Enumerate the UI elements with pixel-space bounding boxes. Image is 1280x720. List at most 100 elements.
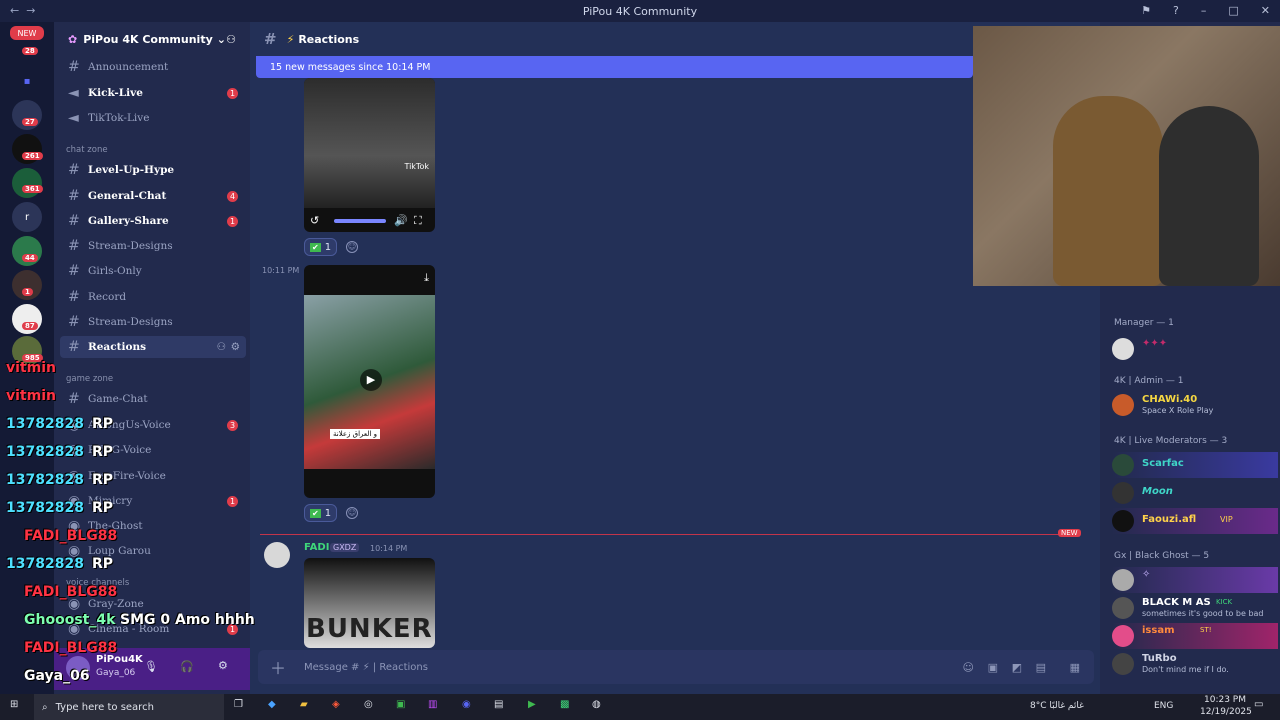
- member-name: Moon: [1142, 486, 1173, 497]
- app-icon[interactable]: ▩: [560, 699, 569, 710]
- settings-icon[interactable]: ⚙: [218, 659, 228, 672]
- reaction-check[interactable]: ✔ 1: [304, 238, 338, 256]
- message-input[interactable]: Message # ⚡ | Reactions: [304, 662, 428, 673]
- sticker-icon[interactable]: ◩: [1012, 661, 1022, 674]
- channel-girls-only[interactable]: # Girls-Only: [54, 260, 250, 282]
- member-item[interactable]: issam ST!: [1112, 623, 1278, 649]
- maximize-button[interactable]: □: [1228, 4, 1238, 17]
- overlay-user: vitmin: [6, 388, 56, 404]
- channel-game-chat[interactable]: # Game-Chat: [54, 388, 250, 410]
- channel-record[interactable]: # Record: [54, 286, 250, 308]
- obs-icon[interactable]: ◍: [592, 699, 601, 710]
- folder-icon[interactable]: ▪: [12, 66, 42, 96]
- add-reaction-icon[interactable]: ☺: [346, 241, 358, 253]
- language-indicator[interactable]: ENG: [1154, 701, 1173, 711]
- server-icon: ✿: [68, 32, 78, 46]
- channel-gallery-share[interactable]: # Gallery-Share 1: [54, 210, 250, 232]
- replay-icon[interactable]: ↺: [310, 214, 319, 227]
- minimize-button[interactable]: –: [1201, 4, 1207, 17]
- video-attachment[interactable]: TikTok ↺ 🔊 ⛶: [304, 78, 435, 232]
- invite-icon[interactable]: ⚇: [217, 341, 226, 353]
- progress-bar[interactable]: [334, 219, 386, 223]
- add-attachment-icon[interactable]: ＋: [270, 655, 286, 679]
- start-icon[interactable]: ⊞: [10, 699, 18, 710]
- app-icon[interactable]: ◆: [268, 699, 276, 710]
- avatar[interactable]: [264, 542, 290, 568]
- member-item[interactable]: ✧: [1112, 567, 1278, 593]
- app-icon[interactable]: ▥: [428, 699, 437, 710]
- overlay-user: Gaya_06: [24, 668, 90, 684]
- app-icon[interactable]: ▣: [396, 699, 405, 710]
- reaction-check[interactable]: ✔ 1: [304, 504, 338, 522]
- guild-icon[interactable]: [12, 168, 42, 198]
- channel-stream-designs[interactable]: # Stream-Designs: [54, 235, 250, 257]
- video-attachment[interactable]: BUNKER: [304, 558, 435, 648]
- member-name: TuRbo: [1142, 653, 1177, 664]
- tiktok-watermark: TikTok: [404, 162, 429, 171]
- clock-time[interactable]: 10:23 PM: [1204, 695, 1246, 705]
- new-messages-bar[interactable]: 15 new messages since 10:14 PM: [256, 56, 973, 78]
- inbox-icon[interactable]: ⚑: [1141, 4, 1151, 17]
- check-icon: ✔: [310, 242, 321, 252]
- webcam-overlay: [973, 26, 1280, 286]
- kick-icon[interactable]: ▶: [528, 699, 536, 710]
- weather-text[interactable]: 8°C غائم غالبًا: [1030, 701, 1084, 711]
- member-item[interactable]: CHAWi.40 Space X Role Play: [1112, 392, 1278, 418]
- member-name: CHAWi.40: [1142, 394, 1198, 405]
- channel-general-chat[interactable]: # General-Chat 4: [54, 185, 250, 207]
- steam-icon[interactable]: ◎: [364, 699, 373, 710]
- channel-stream-designs-2[interactable]: # Stream-Designs: [54, 311, 250, 333]
- gear-icon[interactable]: ⚙: [231, 341, 240, 353]
- new-label: NEW: [1058, 529, 1081, 537]
- close-button[interactable]: ✕: [1261, 4, 1270, 17]
- clock-date[interactable]: 12/19/2025: [1200, 707, 1252, 717]
- notification-icon[interactable]: ▭: [1254, 699, 1263, 710]
- play-icon[interactable]: ▶: [360, 369, 382, 391]
- channel-reactions[interactable]: # Reactions ⚇ ⚙: [60, 336, 246, 358]
- member-item[interactable]: ✦✦✦: [1112, 336, 1278, 362]
- member-item[interactable]: Scarfac: [1112, 452, 1278, 478]
- download-icon[interactable]: ⤓: [424, 271, 429, 285]
- add-reaction-icon[interactable]: ☺: [346, 507, 358, 519]
- folder-icon[interactable]: ▰: [300, 699, 308, 710]
- overlay-message: RP: [92, 444, 114, 460]
- image-icon[interactable]: ▤: [1036, 661, 1046, 674]
- channel-announcement[interactable]: # Announcement: [54, 56, 250, 78]
- category-chat-zone[interactable]: chat zone: [66, 145, 108, 155]
- discord-icon[interactable]: ◉: [462, 699, 471, 710]
- brave-icon[interactable]: ◈: [332, 699, 340, 710]
- video-attachment[interactable]: ⤓ ▶ و العراق زعلانة: [304, 265, 435, 498]
- overlay-user: 13782828: [6, 556, 84, 572]
- channel-label: Announcement: [88, 61, 169, 73]
- task-view-icon[interactable]: ❐: [234, 699, 243, 710]
- emoji-icon[interactable]: ☺: [963, 661, 974, 674]
- channel-label: Reactions: [88, 341, 146, 353]
- channel-tiktok-live[interactable]: ◄ TikTok-Live: [54, 107, 250, 129]
- fullscreen-icon[interactable]: ⛶: [414, 214, 422, 228]
- microphone-icon[interactable]: 🎙: [144, 660, 158, 673]
- message-author[interactable]: FADI: [304, 542, 329, 553]
- gift-icon[interactable]: ▦: [1070, 661, 1080, 674]
- gif-icon[interactable]: ▣: [988, 661, 998, 674]
- overlay-user: FADI_BLG88: [24, 528, 118, 544]
- volume-icon[interactable]: 🔊: [394, 214, 408, 227]
- channel-label: General-Chat: [88, 190, 167, 202]
- member-item[interactable]: BLACK M AS KICK sometimes it's good to be …: [1112, 595, 1278, 621]
- app-icon[interactable]: ▤: [494, 699, 503, 710]
- headphones-icon[interactable]: 🎧: [180, 660, 194, 673]
- server-header[interactable]: ✿ PiPou 4K Community ⌄ ⚇: [54, 22, 250, 56]
- invite-icon[interactable]: ⚇: [226, 33, 236, 46]
- guild-icon-r[interactable]: r: [12, 202, 42, 232]
- member-item[interactable]: Faouzi.afl VIP: [1112, 508, 1278, 534]
- channel-kick-live[interactable]: ◄ Kick-Live 1: [54, 82, 250, 104]
- category-game-zone[interactable]: game zone: [66, 374, 113, 384]
- person-figure: [1053, 96, 1163, 286]
- help-icon[interactable]: ?: [1173, 4, 1179, 17]
- channel-level-up-hype[interactable]: # Level-Up-Hype: [54, 159, 250, 181]
- member-item[interactable]: Moon: [1112, 480, 1278, 506]
- channel-label: Game-Chat: [88, 393, 148, 405]
- taskbar-search[interactable]: ⌕ Type here to search: [34, 694, 224, 720]
- member-item[interactable]: TuRbo Don't mind me if I do.: [1112, 651, 1278, 677]
- avatar: [1112, 569, 1134, 591]
- message-composer[interactable]: ＋ Message # ⚡ | Reactions ☺ ▣ ◩ ▤ ▦: [258, 650, 1094, 684]
